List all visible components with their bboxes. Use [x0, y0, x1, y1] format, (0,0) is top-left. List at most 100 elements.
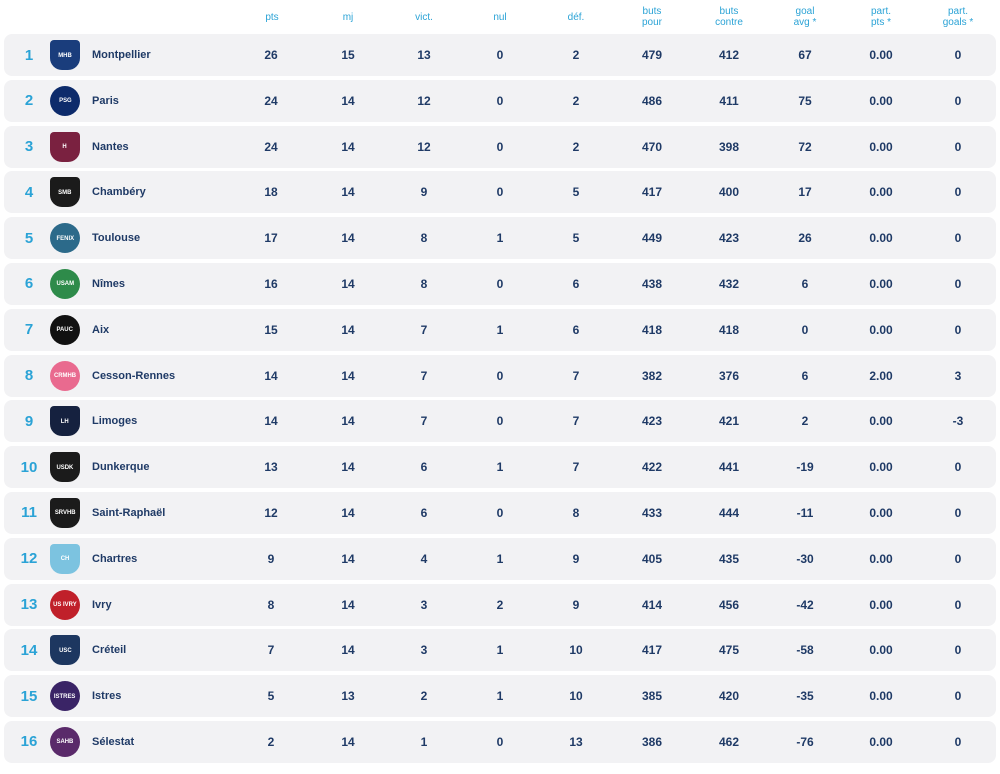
team-logo-icon[interactable]: ISTRES [50, 681, 80, 712]
table-row[interactable]: 11 SRVHB Saint-Raphaël 12 14 6 0 8 433 444 -11 0.00… [4, 491, 996, 534]
rank-cell: 1 [24, 46, 34, 64]
mj-cell: 14 [341, 414, 355, 429]
header-vict[interactable]: vict. [404, 0, 444, 34]
pts-cell: 5 [267, 689, 275, 704]
team-name-link[interactable]: Sélestat [92, 721, 134, 763]
part-pts-cell: 0.00 [869, 414, 893, 429]
buts-contre-cell: 456 [718, 597, 740, 612]
team-name-link[interactable]: Limoges [92, 400, 137, 442]
team-logo-icon[interactable]: SAHB [50, 726, 80, 757]
vict-cell: 7 [420, 414, 428, 429]
team-name-link[interactable]: Paris [92, 80, 119, 122]
table-row[interactable]: 5 FENIX Toulouse 17 14 8 1 5 449 423 26 0.00 0 [4, 217, 996, 260]
buts-contre-cell: 432 [718, 276, 740, 291]
table-row[interactable]: 13 US IVRY Ivry 8 14 3 2 9 414 456 -42 0.00 0 [4, 583, 996, 626]
team-logo-icon[interactable]: USDK [50, 452, 80, 483]
pts-cell: 7 [267, 643, 275, 658]
part-goals-cell: 0 [954, 643, 962, 658]
part-pts-cell: 0.00 [869, 505, 893, 520]
part-goals-cell: 0 [954, 231, 962, 246]
goal-avg-cell: 6 [801, 368, 809, 383]
buts-contre-cell: 475 [718, 643, 740, 658]
def-cell: 10 [569, 643, 583, 658]
team-logo-icon[interactable]: H [50, 131, 80, 162]
team-name-link[interactable]: Dunkerque [92, 446, 149, 488]
table-row[interactable]: 1 MHB Montpellier 26 15 13 0 2 479 412 67 0.00 0 [4, 34, 996, 76]
team-name-link[interactable]: Aix [92, 309, 109, 351]
team-logo-icon[interactable]: FENIX [50, 223, 80, 254]
team-name-link[interactable]: Créteil [92, 629, 126, 671]
table-row[interactable]: 3 H Nantes 24 14 12 0 2 470 398 72 0.00 0 [4, 125, 996, 168]
team-name-link[interactable]: Chartres [92, 538, 137, 580]
goal-avg-cell: -30 [796, 551, 814, 566]
buts-contre-cell: 435 [718, 551, 740, 566]
table-row[interactable]: 7 PAUC Aix 15 14 7 1 6 418 418 0 0.00 0 [4, 308, 996, 351]
buts-pour-cell: 433 [641, 505, 663, 520]
buts-contre-cell: 462 [718, 734, 740, 749]
table-row[interactable]: 12 CH Chartres 9 14 4 1 9 405 435 -30 0.00 0 [4, 537, 996, 580]
header-mj[interactable]: mj [328, 0, 368, 34]
part-pts-cell: 0.00 [869, 689, 893, 704]
team-logo-icon[interactable]: SMB [50, 177, 80, 208]
header-def[interactable]: déf. [556, 0, 596, 34]
table-row[interactable]: 8 CRMHB Cesson-Rennes 14 14 7 0 7 382 376 6 2.00 3 [4, 354, 996, 397]
part-pts-cell: 0.00 [869, 276, 893, 291]
team-logo-icon[interactable]: USC [50, 635, 80, 666]
goal-avg-cell: 17 [798, 185, 812, 200]
header-nul[interactable]: nul [480, 0, 520, 34]
table-row[interactable]: 16 SAHB Sélestat 2 14 1 0 13 386 462 -76 0.00 0 [4, 720, 996, 763]
team-name-link[interactable]: Nîmes [92, 263, 125, 305]
buts-contre-cell: 423 [718, 231, 740, 246]
team-logo-icon[interactable]: USAM [50, 268, 80, 299]
goal-avg-cell: 72 [798, 139, 812, 154]
table-row[interactable]: 2 PSG Paris 24 14 12 0 2 486 411 75 0.00 0 [4, 79, 996, 122]
vict-cell: 6 [420, 505, 428, 520]
part-pts-cell: 0.00 [869, 597, 893, 612]
team-name-link[interactable]: Istres [92, 675, 121, 717]
rank-cell: 10 [20, 458, 38, 476]
table-row[interactable]: 6 USAM Nîmes 16 14 8 0 6 438 432 6 0.00 0 [4, 262, 996, 305]
team-name-link[interactable]: Montpellier [92, 34, 151, 76]
team-name-link[interactable]: Ivry [92, 584, 112, 626]
mj-cell: 13 [341, 689, 355, 704]
header-goal-avg[interactable]: goal avg * [782, 0, 828, 34]
team-logo-icon[interactable]: CRMHB [50, 360, 80, 391]
header-buts-pour[interactable]: buts pour [632, 0, 672, 34]
team-name-link[interactable]: Nantes [92, 126, 129, 168]
team-name-link[interactable]: Cesson-Rennes [92, 355, 175, 397]
team-logo-icon[interactable]: LH [50, 406, 80, 437]
team-logo-text: SAHB [56, 738, 74, 745]
rank-cell: 9 [24, 412, 34, 430]
table-row[interactable]: 14 USC Créteil 7 14 3 1 10 417 475 -58 0.00 0 [4, 629, 996, 672]
part-pts-cell: 0.00 [869, 734, 893, 749]
team-logo-icon[interactable]: CH [50, 543, 80, 574]
table-row[interactable]: 10 USDK Dunkerque 13 14 6 1 7 422 441 -19 0.00 0 [4, 446, 996, 489]
team-logo-icon[interactable]: MHB [50, 40, 80, 70]
vict-cell: 9 [420, 185, 428, 200]
team-name-link[interactable]: Toulouse [92, 217, 140, 259]
header-buts-contre[interactable]: buts contre [706, 0, 752, 34]
part-goals-cell: 3 [954, 368, 962, 383]
header-part-pts[interactable]: part. pts * [858, 0, 904, 34]
team-logo-text: US IVRY [53, 601, 77, 608]
goal-avg-cell: -11 [796, 505, 814, 520]
buts-pour-cell: 449 [641, 231, 663, 246]
header-pts[interactable]: pts [252, 0, 292, 34]
mj-cell: 14 [341, 185, 355, 200]
table-row[interactable]: 9 LH Limoges 14 14 7 0 7 423 421 2 0.00 -3 [4, 400, 996, 443]
team-logo-icon[interactable]: SRVHB [50, 497, 80, 528]
mj-cell: 14 [341, 368, 355, 383]
table-row[interactable]: 4 SMB Chambéry 18 14 9 0 5 417 400 17 0.00 0 [4, 171, 996, 214]
team-logo-icon[interactable]: PSG [50, 85, 80, 116]
header-part-goals[interactable]: part. goals * [934, 0, 982, 34]
team-logo-icon[interactable]: PAUC [50, 314, 80, 345]
team-name-link[interactable]: Saint-Raphaël [92, 492, 165, 534]
vict-cell: 7 [420, 322, 428, 337]
table-header: pts mj vict. nul déf. buts pour buts con… [0, 0, 1000, 34]
team-logo-text: LH [61, 418, 69, 425]
standings-table: pts mj vict. nul déf. buts pour buts con… [0, 0, 1000, 763]
team-logo-icon[interactable]: US IVRY [50, 589, 80, 620]
def-cell: 2 [572, 48, 580, 62]
table-row[interactable]: 15 ISTRES Istres 5 13 2 1 10 385 420 -35 0.00 0 [4, 675, 996, 718]
team-name-link[interactable]: Chambéry [92, 171, 146, 213]
